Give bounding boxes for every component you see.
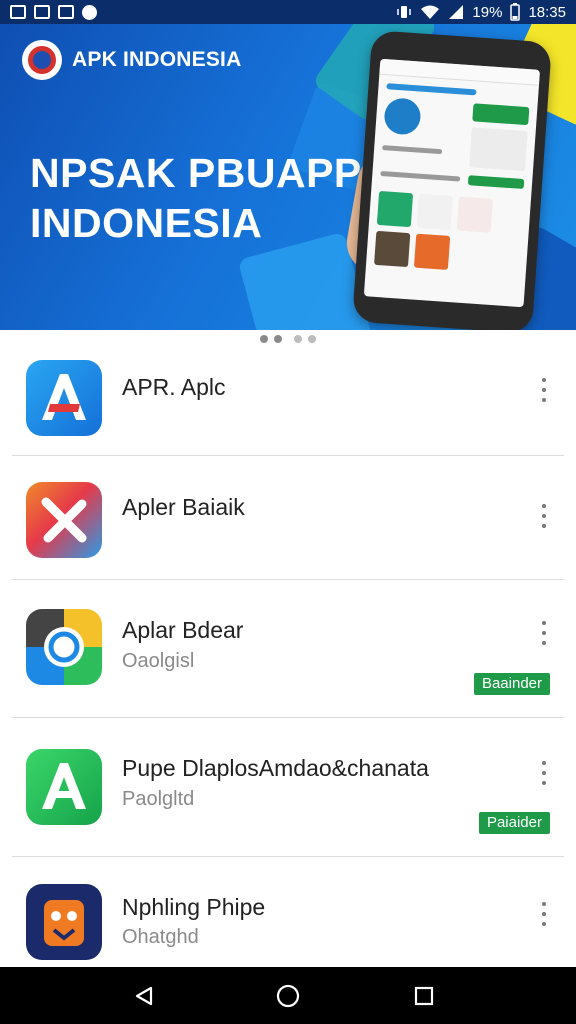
recents-icon[interactable]	[394, 967, 454, 1024]
more-vertical-icon[interactable]	[538, 504, 550, 528]
brand-name: APK INDONESIA	[72, 48, 242, 71]
app-icon-2	[26, 482, 102, 558]
battery-percent: 19%	[472, 3, 503, 21]
status-bar: 19% 18:35	[0, 0, 576, 24]
install-badge[interactable]: Paiaider	[478, 812, 550, 834]
app-icon-4	[26, 749, 102, 825]
gallery-icon	[58, 5, 74, 19]
carousel-dot[interactable]	[294, 335, 302, 343]
clock: 18:35	[528, 3, 566, 21]
more-vertical-icon[interactable]	[538, 378, 550, 402]
image-icon	[10, 5, 26, 19]
headline-line-1: NPSAK PBUAPP	[30, 150, 362, 196]
app-icon-1	[26, 360, 102, 436]
app-name: Aplar Bdear	[122, 617, 244, 643]
app-name: APR. Aplc	[122, 374, 226, 400]
signal-icon	[449, 5, 464, 19]
carousel-dot[interactable]	[308, 335, 316, 343]
headline-line-2: INDONESIA	[30, 200, 263, 246]
promo-banner[interactable]: APK INDONESIA NPSAK PBUAPP INDONESIA	[0, 24, 576, 330]
list-item-app-1[interactable]: APR. Aplc	[0, 350, 576, 455]
battery-icon	[510, 3, 521, 21]
status-indicators: 19% 18:35	[396, 3, 566, 21]
navigation-bar	[0, 967, 576, 1024]
wifi-icon	[421, 5, 440, 19]
list-item-app-2[interactable]: Apler Baiaik	[0, 470, 576, 580]
more-vertical-icon[interactable]	[538, 902, 550, 926]
photo-icon	[34, 5, 50, 19]
home-icon[interactable]	[258, 967, 318, 1024]
divider	[12, 579, 564, 580]
carousel-dot[interactable]	[260, 335, 268, 343]
banner-headline: NPSAK PBUAPP INDONESIA	[30, 148, 362, 248]
install-badge[interactable]: Baainder	[473, 673, 550, 695]
app-name: Apler Baiaik	[122, 494, 245, 520]
brand-logo: APK INDONESIA	[22, 40, 241, 80]
divider	[12, 856, 564, 857]
more-vertical-icon[interactable]	[538, 621, 550, 645]
list-item-app-3[interactable]: Aplar Bdear Oaolgisl Baainder	[0, 595, 576, 717]
list-item-app-4[interactable]: Pupe DlaplosAmdao&chanata Paolgltd Paiai…	[0, 735, 576, 857]
phone-screen	[363, 58, 541, 308]
app-icon-3	[26, 609, 102, 685]
vibrate-icon	[397, 6, 412, 18]
app-name: Pupe DlaplosAmdao&chanata	[122, 755, 429, 781]
status-notifications	[10, 4, 97, 20]
carousel-dot[interactable]	[274, 335, 282, 343]
app-subtitle: Ohatghd	[122, 926, 199, 948]
back-icon[interactable]	[114, 967, 174, 1024]
app-subtitle: Paolgltd	[122, 788, 195, 810]
app-name: Nphling Phipe	[122, 894, 266, 920]
more-vertical-icon[interactable]	[538, 761, 550, 785]
media-icon	[82, 4, 97, 20]
app-icon-5	[26, 884, 102, 960]
carousel-indicator[interactable]	[0, 335, 576, 343]
app-subtitle: Oaolgisl	[122, 650, 195, 672]
logo-icon	[22, 40, 62, 80]
list-item-app-5[interactable]: Nphling Phipe Ohatghd	[0, 872, 576, 967]
phone-illustration	[352, 30, 552, 330]
divider	[12, 455, 564, 456]
divider	[12, 717, 564, 718]
